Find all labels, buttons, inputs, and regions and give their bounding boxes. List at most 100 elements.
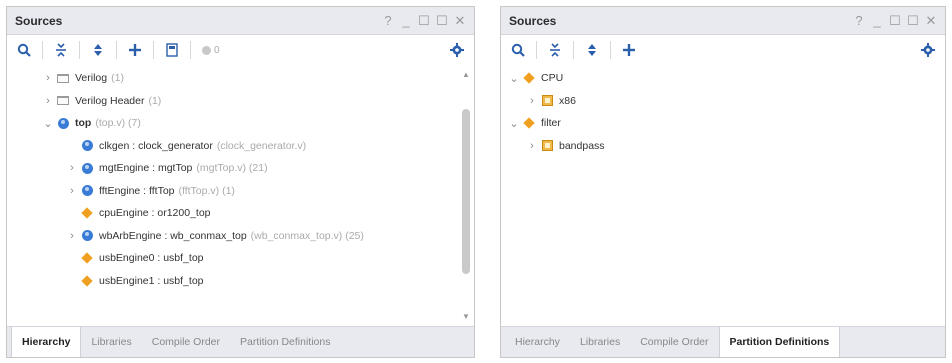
tree-row-label: fftEngine : fftTop bbox=[99, 184, 175, 197]
chevron-right-icon[interactable]: › bbox=[525, 140, 539, 152]
vertical-scrollbar[interactable]: ▲ ▼ bbox=[460, 69, 472, 323]
tree-row[interactable]: cpuEngine : or1200_top bbox=[7, 202, 474, 225]
tab-libraries[interactable]: Libraries bbox=[81, 327, 141, 357]
properties-icon[interactable] bbox=[161, 39, 183, 61]
toolbar-divider bbox=[190, 41, 191, 59]
sources-panel-hierarchy: Sources ? _ ☐ ☐ ✕ 0 › Verilog (1) › Veri… bbox=[6, 6, 475, 358]
tab-partition-definitions[interactable]: Partition Definitions bbox=[230, 327, 340, 357]
expand-all-icon[interactable] bbox=[581, 39, 603, 61]
search-icon[interactable] bbox=[507, 39, 529, 61]
tree-row[interactable]: usbEngine1 : usbf_top bbox=[7, 270, 474, 293]
status-dot-icon bbox=[202, 45, 211, 55]
module-icon bbox=[79, 161, 95, 175]
scroll-down-icon[interactable]: ▼ bbox=[460, 311, 472, 323]
tree-row-label: Verilog bbox=[75, 72, 108, 85]
tab-compile-order[interactable]: Compile Order bbox=[142, 327, 230, 357]
tree-row-suffix: (1) bbox=[148, 94, 162, 107]
chevron-down-icon[interactable]: ⌄ bbox=[41, 117, 55, 130]
badge-count: 0 bbox=[214, 44, 220, 56]
folder-icon bbox=[55, 71, 71, 85]
chevron-right-icon[interactable]: › bbox=[41, 72, 55, 84]
chevron-down-icon[interactable]: ⌄ bbox=[507, 117, 521, 130]
add-icon[interactable] bbox=[618, 39, 640, 61]
restore-icon[interactable]: ☐ bbox=[889, 13, 901, 29]
tab-partition-definitions[interactable]: Partition Definitions bbox=[718, 327, 841, 357]
partition-icon bbox=[539, 94, 555, 108]
tree-row[interactable]: › wbArbEngine : wb_conmax_top (wb_conmax_t… bbox=[7, 225, 474, 248]
maximize-icon[interactable]: ☐ bbox=[907, 13, 919, 29]
toolbar bbox=[501, 35, 945, 65]
window-controls: ? _ ☐ ☐ ✕ bbox=[853, 13, 937, 29]
diamond-icon bbox=[79, 274, 95, 288]
tree-row-label: cpuEngine : or1200_top bbox=[99, 207, 211, 220]
gear-icon[interactable] bbox=[446, 39, 468, 61]
tab-hierarchy[interactable]: Hierarchy bbox=[505, 327, 570, 357]
scroll-thumb[interactable] bbox=[462, 109, 470, 274]
help-icon[interactable]: ? bbox=[853, 13, 865, 29]
tree-row-suffix: (1) bbox=[111, 72, 124, 85]
diamond-icon bbox=[521, 116, 537, 130]
tree-row-label: usbEngine0 : usbf_top bbox=[99, 252, 204, 265]
tree-row-label: CPU bbox=[541, 72, 564, 85]
tree-row-suffix: (clock_generator.v) bbox=[216, 139, 307, 152]
minimize-icon[interactable]: _ bbox=[871, 13, 883, 29]
gear-icon[interactable] bbox=[917, 39, 939, 61]
module-icon bbox=[79, 139, 95, 153]
tree-row[interactable]: usbEngine0 : usbf_top bbox=[7, 247, 474, 270]
diamond-icon bbox=[521, 71, 537, 85]
toolbar-divider bbox=[42, 41, 43, 59]
tree-row-label: clkgen : clock_generator bbox=[99, 139, 213, 152]
chevron-right-icon[interactable]: › bbox=[65, 185, 79, 197]
sources-panel-partitions: Sources ? _ ☐ ☐ ✕ ⌄ CPU › x86 ⌄ filter › bandpa… bbox=[500, 6, 946, 358]
tree-row[interactable]: clkgen : clock_generator (clock_generator… bbox=[7, 135, 474, 158]
tree-row[interactable]: › Verilog Header (1) bbox=[7, 90, 474, 113]
tree-row[interactable]: › x86 bbox=[501, 90, 945, 113]
tree-row[interactable]: › fftEngine : fftTop (fftTop.v) (1) bbox=[7, 180, 474, 203]
collapse-all-icon[interactable] bbox=[544, 39, 566, 61]
tree-row[interactable]: ⌄ CPU bbox=[501, 67, 945, 90]
minimize-icon[interactable]: _ bbox=[400, 13, 412, 29]
tree-row-label: mgtEngine : mgtTop bbox=[99, 162, 193, 175]
chevron-right-icon[interactable]: › bbox=[65, 162, 79, 174]
window-controls: ? _ ☐ ☐ ✕ bbox=[382, 13, 466, 29]
collapse-all-icon[interactable] bbox=[50, 39, 72, 61]
status-badge: 0 bbox=[202, 45, 220, 56]
toolbar-divider bbox=[79, 41, 80, 59]
diamond-icon bbox=[79, 251, 95, 265]
tab-bar: Hierarchy Libraries Compile Order Partition… bbox=[501, 326, 945, 357]
toolbar-divider bbox=[573, 41, 574, 59]
tab-libraries[interactable]: Libraries bbox=[570, 327, 630, 357]
module-icon bbox=[79, 229, 95, 243]
diamond-icon bbox=[79, 206, 95, 220]
partition-tree: ⌄ CPU › x86 ⌄ filter › bandpass bbox=[501, 67, 945, 325]
tab-hierarchy[interactable]: Hierarchy bbox=[11, 327, 82, 357]
close-icon[interactable]: ✕ bbox=[454, 13, 466, 29]
maximize-icon[interactable]: ☐ bbox=[436, 13, 448, 29]
tree-row-suffix: (mgtTop.v) (21) bbox=[196, 162, 268, 175]
expand-all-icon[interactable] bbox=[87, 39, 109, 61]
title-bar: Sources ? _ ☐ ☐ ✕ bbox=[501, 7, 945, 35]
tree-row[interactable]: › Verilog (1) bbox=[7, 67, 474, 90]
tree-row[interactable]: ⌄ top (top.v) (7) bbox=[7, 112, 474, 135]
tree-row-label: top bbox=[75, 117, 92, 130]
tree-row[interactable]: › bandpass bbox=[501, 135, 945, 158]
tree-row[interactable]: ⌄ filter bbox=[501, 112, 945, 135]
close-icon[interactable]: ✕ bbox=[925, 13, 937, 29]
search-icon[interactable] bbox=[13, 39, 35, 61]
tree-row[interactable]: › mgtEngine : mgtTop (mgtTop.v) (21) bbox=[7, 157, 474, 180]
tree-row-label: filter bbox=[541, 117, 561, 130]
restore-icon[interactable]: ☐ bbox=[418, 13, 430, 29]
chevron-right-icon[interactable]: › bbox=[41, 95, 55, 107]
tree-row-label: wbArbEngine : wb_conmax_top bbox=[99, 229, 247, 242]
help-icon[interactable]: ? bbox=[382, 13, 394, 29]
add-icon[interactable] bbox=[124, 39, 146, 61]
top-module-icon bbox=[55, 116, 71, 130]
toolbar: 0 bbox=[7, 35, 474, 65]
tree-row-label: bandpass bbox=[559, 139, 605, 152]
tree-row-suffix: (fftTop.v) (1) bbox=[178, 184, 235, 197]
chevron-right-icon[interactable]: › bbox=[525, 95, 539, 107]
chevron-right-icon[interactable]: › bbox=[65, 230, 79, 242]
scroll-up-icon[interactable]: ▲ bbox=[460, 69, 472, 81]
tab-compile-order[interactable]: Compile Order bbox=[630, 327, 718, 357]
chevron-down-icon[interactable]: ⌄ bbox=[507, 72, 521, 85]
